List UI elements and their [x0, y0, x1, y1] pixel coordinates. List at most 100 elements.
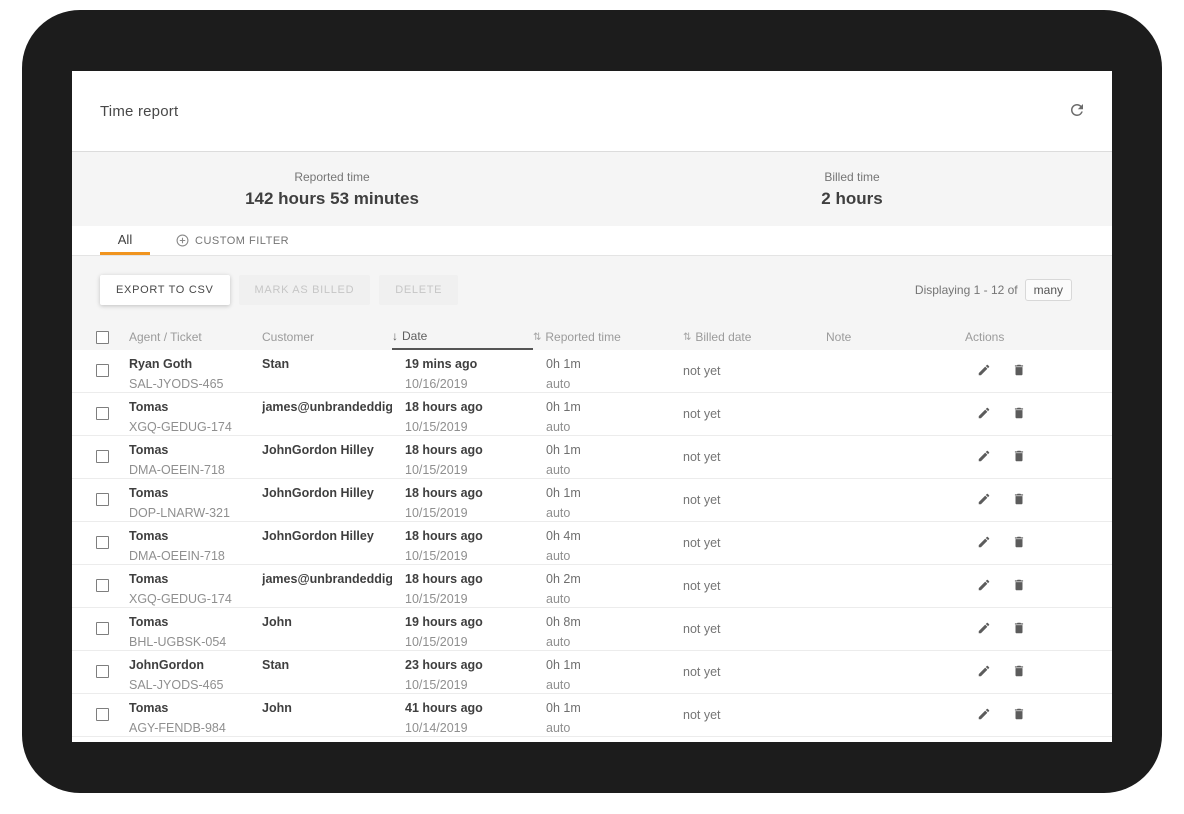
row-checkbox[interactable] — [96, 665, 109, 678]
edit-button[interactable] — [975, 662, 993, 683]
column-header-reported-time[interactable]: ⇅ Reported time — [533, 330, 683, 344]
toolbar: EXPORT TO CSV MARK AS BILLED DELETE Disp… — [72, 256, 1112, 324]
refresh-button[interactable] — [1066, 99, 1088, 124]
note-cell — [826, 350, 965, 392]
column-header-reported-time-label: Reported time — [545, 330, 620, 344]
reported-time-cell: 0h 1m auto — [533, 350, 683, 392]
mark-as-billed-button[interactable]: MARK AS BILLED — [239, 275, 371, 305]
delete-row-button[interactable] — [1010, 662, 1028, 683]
customer-cell: JohnGordon Hilley — [262, 479, 392, 521]
customer-cell: John — [262, 694, 392, 736]
billed-date-value: not yet — [683, 708, 826, 722]
reported-time-cell: 0h 1m auto — [533, 694, 683, 736]
column-header-billed-date[interactable]: ⇅ Billed date — [683, 330, 826, 344]
row-checkbox[interactable] — [96, 450, 109, 463]
billed-date-cell: not yet — [683, 522, 826, 564]
customer-name: JohnGordon Hilley — [262, 529, 392, 543]
billed-date-value: not yet — [683, 536, 826, 550]
customer-cell: Stan — [262, 651, 392, 693]
ticket-id[interactable]: SAL-JYODS-465 — [129, 377, 262, 391]
row-select-cell — [72, 565, 129, 607]
reported-duration: 0h 4m — [546, 529, 683, 543]
ticket-id[interactable]: SAL-JYODS-465 — [129, 678, 262, 692]
billed-date-value: not yet — [683, 364, 826, 378]
ticket-id[interactable]: XGQ-GEDUG-174 — [129, 592, 262, 606]
reported-time-value: 142 hours 53 minutes — [245, 189, 419, 209]
customer-cell: JohnGordon Hilley — [262, 522, 392, 564]
billed-date-cell: not yet — [683, 694, 826, 736]
date-relative: 18 hours ago — [405, 572, 533, 586]
trash-icon — [1012, 406, 1026, 423]
ticket-id[interactable]: DMA-OEEIN-718 — [129, 463, 262, 477]
reported-time-cell: 0h 4m auto — [533, 522, 683, 564]
date-relative: 18 hours ago — [405, 529, 533, 543]
column-header-date[interactable]: ↓ Date — [392, 324, 533, 350]
row-select-cell — [72, 694, 129, 736]
delete-row-button[interactable] — [1010, 447, 1028, 468]
displaying-count-box[interactable]: many — [1025, 279, 1072, 301]
row-checkbox[interactable] — [96, 622, 109, 635]
customer-name: John — [262, 701, 392, 715]
delete-button[interactable]: DELETE — [379, 275, 458, 305]
date-cell: 19 mins ago 10/16/2019 — [392, 350, 533, 392]
customer-name: JohnGordon Hilley — [262, 443, 392, 457]
reported-time-cell: 0h 1m auto — [533, 651, 683, 693]
edit-button[interactable] — [975, 361, 993, 382]
note-cell — [826, 565, 965, 607]
delete-row-button[interactable] — [1010, 705, 1028, 726]
ticket-id[interactable]: BHL-UGBSK-054 — [129, 635, 262, 649]
pencil-icon — [977, 363, 991, 380]
delete-row-button[interactable] — [1010, 404, 1028, 425]
row-checkbox[interactable] — [96, 708, 109, 721]
edit-button[interactable] — [975, 490, 993, 511]
device-frame: Time report Reported time 142 hours 53 m… — [22, 10, 1162, 793]
row-checkbox[interactable] — [96, 493, 109, 506]
row-select-cell — [72, 608, 129, 650]
note-cell — [826, 479, 965, 521]
pencil-icon — [977, 449, 991, 466]
row-checkbox[interactable] — [96, 407, 109, 420]
trash-icon — [1012, 492, 1026, 509]
column-header-note[interactable]: Note — [826, 330, 965, 344]
tab-custom-filter[interactable]: CUSTOM FILTER — [176, 226, 289, 255]
select-all-checkbox[interactable] — [96, 331, 109, 344]
date-relative: 18 hours ago — [405, 486, 533, 500]
agent-name: Tomas — [129, 615, 262, 629]
ticket-id[interactable]: DOP-LNARW-321 — [129, 506, 262, 520]
delete-row-button[interactable] — [1010, 490, 1028, 511]
tab-all[interactable]: All — [100, 226, 150, 255]
note-cell — [826, 608, 965, 650]
edit-button[interactable] — [975, 619, 993, 640]
edit-button[interactable] — [975, 533, 993, 554]
ticket-id[interactable]: DMA-OEEIN-718 — [129, 549, 262, 563]
ticket-id[interactable]: AGY-FENDB-984 — [129, 721, 262, 735]
export-to-csv-button[interactable]: EXPORT TO CSV — [100, 275, 230, 305]
edit-button[interactable] — [975, 705, 993, 726]
displaying-text: Displaying 1 - 12 of — [915, 283, 1018, 297]
column-header-agent-ticket[interactable]: Agent / Ticket — [129, 330, 262, 344]
agent-name: JohnGordon — [129, 658, 262, 672]
actions-cell — [965, 436, 1112, 478]
table-row: JohnGordon SAL-JYODS-465 Stan 23 hours a… — [72, 651, 1112, 694]
pagination-info: Displaying 1 - 12 of many — [915, 279, 1072, 301]
delete-row-button[interactable] — [1010, 533, 1028, 554]
customer-cell: james@unbrandeddigita — [262, 393, 392, 435]
ticket-id[interactable]: XGQ-GEDUG-174 — [129, 420, 262, 434]
column-header-customer[interactable]: Customer — [262, 330, 392, 344]
date-absolute: 10/15/2019 — [405, 420, 533, 434]
row-checkbox[interactable] — [96, 536, 109, 549]
trash-icon — [1012, 664, 1026, 681]
customer-cell: james@unbrandeddigita — [262, 565, 392, 607]
delete-row-button[interactable] — [1010, 576, 1028, 597]
row-checkbox[interactable] — [96, 364, 109, 377]
delete-row-button[interactable] — [1010, 619, 1028, 640]
date-cell: 18 hours ago 10/15/2019 — [392, 393, 533, 435]
date-absolute: 10/15/2019 — [405, 635, 533, 649]
delete-row-button[interactable] — [1010, 361, 1028, 382]
edit-button[interactable] — [975, 576, 993, 597]
reported-time-cell: 0h 8m auto — [533, 608, 683, 650]
edit-button[interactable] — [975, 404, 993, 425]
pencil-icon — [977, 492, 991, 509]
row-checkbox[interactable] — [96, 579, 109, 592]
edit-button[interactable] — [975, 447, 993, 468]
